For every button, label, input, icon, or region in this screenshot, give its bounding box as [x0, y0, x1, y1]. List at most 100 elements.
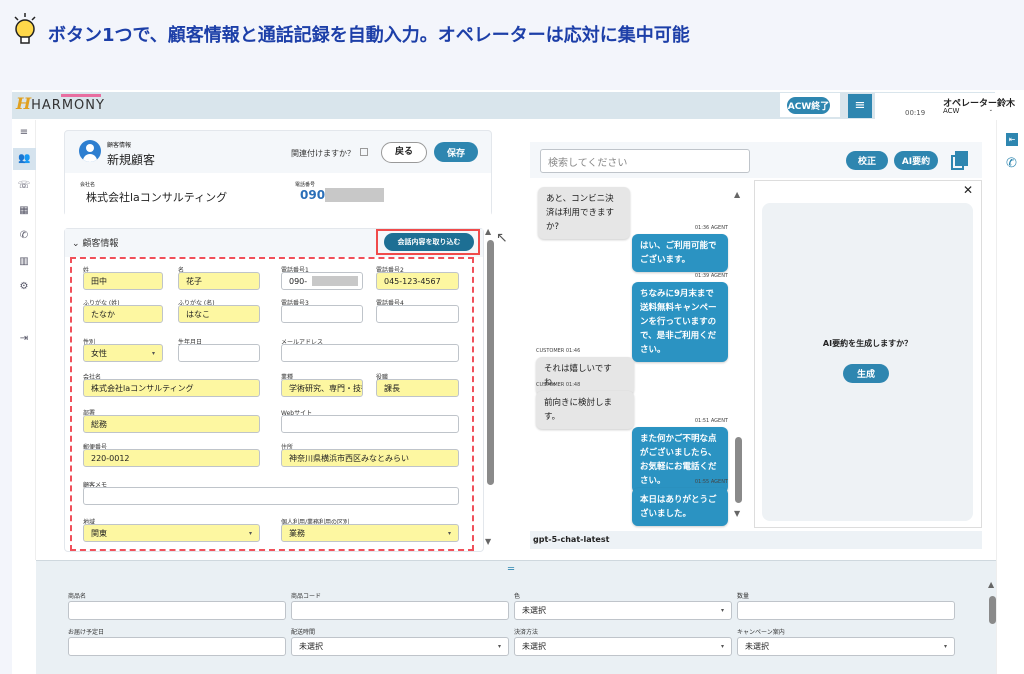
order-field-select[interactable]: 未選択 ▾: [514, 637, 732, 656]
call-history-icon[interactable]: ☏: [16, 180, 32, 191]
order-scroll-up-icon[interactable]: ▲: [988, 580, 994, 589]
chat-scroll-up-icon[interactable]: ▲: [734, 190, 740, 199]
field-input[interactable]: [376, 305, 459, 323]
field-input[interactable]: 神奈川県横浜市西区みなとみらい: [281, 449, 459, 467]
lightbulb-icon: [10, 12, 40, 46]
order-field-label: お届け予定日: [68, 629, 105, 636]
field-input[interactable]: 045-123-4567: [376, 272, 459, 290]
ai-question: AI要約を生成しますか？: [822, 339, 913, 348]
form-highlight: [70, 257, 474, 551]
field-input[interactable]: [178, 344, 260, 362]
back-button[interactable]: 戻る: [381, 142, 427, 163]
message-meta: 01:39 AGENT: [694, 273, 728, 279]
order-field-label: 商品名: [68, 593, 87, 600]
redacted-phone-1: [312, 276, 358, 286]
link-question-label: 関連付けますか？: [291, 149, 355, 158]
field-select[interactable]: 関東 ▾: [83, 524, 260, 542]
chevron-down-icon: ▾: [497, 643, 501, 650]
menu-list-button[interactable]: ≡: [848, 94, 872, 118]
link-checkbox[interactable]: [360, 148, 368, 156]
logo: HHARMONY: [16, 94, 105, 113]
chevron-down-icon: ▾: [720, 607, 724, 614]
chat-message-agent: 本日はありがとうございました。: [632, 488, 728, 526]
right-strip: [996, 120, 1024, 674]
card-subtitle: 顧客情報: [107, 142, 132, 149]
phone-label: 電話番号: [295, 182, 316, 188]
gear-icon[interactable]: ⚙: [16, 281, 32, 292]
resize-handle[interactable]: ═: [508, 564, 514, 575]
scroll-down-icon[interactable]: ▼: [485, 537, 491, 546]
order-field-input[interactable]: [68, 637, 286, 656]
panel-toggle-icon[interactable]: ⇤: [1006, 133, 1018, 146]
phone-icon[interactable]: ✆: [16, 230, 32, 241]
order-field-select[interactable]: 未選択 ▾: [291, 637, 509, 656]
field-input[interactable]: たなか: [83, 305, 163, 323]
field-input[interactable]: 学術研究、専門・技術: [281, 379, 363, 397]
proofread-button[interactable]: 校正: [846, 151, 888, 170]
status-select[interactable]: ACW ⌄: [943, 107, 993, 115]
chevron-down-icon: ▾: [720, 643, 724, 650]
save-button[interactable]: 保存: [434, 142, 478, 162]
message-meta: 01:55 AGENT: [694, 479, 728, 485]
copy-icon[interactable]: [951, 151, 969, 170]
order-field-label: 決済方法: [514, 629, 539, 636]
field-select[interactable]: 女性 ▾: [83, 344, 163, 362]
apps-icon[interactable]: ▦: [16, 205, 32, 216]
chat-message-customer: 前向きに検討します。: [536, 391, 634, 429]
chat-scrollbar[interactable]: [735, 437, 742, 503]
chevron-down-icon: ▾: [447, 529, 451, 537]
scroll-up-icon[interactable]: ▲: [485, 227, 491, 236]
import-conversation-button[interactable]: 会話内容を取り込む: [384, 233, 474, 251]
section-toggle[interactable]: ⌄ 顧客情報: [72, 236, 118, 249]
ai-summary-button[interactable]: AI要約: [894, 151, 938, 170]
call-timer: 00:19: [905, 109, 926, 117]
field-select[interactable]: 業務 ▾: [281, 524, 459, 542]
form-scrollbar[interactable]: [487, 240, 494, 485]
order-field-input[interactable]: [291, 601, 509, 620]
field-input[interactable]: 田中: [83, 272, 163, 290]
field-input[interactable]: [281, 344, 459, 362]
company-value: 株式会社laコンサルティング: [86, 191, 228, 204]
field-input[interactable]: 220-0012: [83, 449, 260, 467]
generate-button[interactable]: 生成: [843, 364, 889, 383]
redacted-phone: [325, 188, 384, 202]
caption-text: ボタン1つで、顧客情報と通話記録を自動入力。オペレーターは応対に集中可能: [48, 25, 690, 46]
field-input[interactable]: [281, 305, 363, 323]
order-field-label: 商品コード: [291, 593, 322, 600]
chat-message-customer: あと、コンビニ決済は利用できますか?: [538, 187, 630, 239]
menu-icon[interactable]: ≡: [16, 127, 32, 138]
field-input[interactable]: 総務: [83, 415, 260, 433]
field-input[interactable]: 花子: [178, 272, 260, 290]
order-field-label: キャンペーン案内: [737, 629, 785, 636]
field-input[interactable]: 課長: [376, 379, 459, 397]
page-title: 新規顧客: [107, 153, 156, 167]
cursor-icon: ↖: [496, 230, 508, 246]
chat-search-input[interactable]: 検索してください: [540, 149, 750, 173]
field-input[interactable]: [83, 487, 459, 505]
message-meta: CUSTOMER 01:48: [536, 382, 581, 388]
message-meta: 01:51 AGENT: [694, 418, 728, 424]
field-input[interactable]: はなこ: [178, 305, 260, 323]
chat-scroll-down-icon[interactable]: ▼: [734, 509, 740, 518]
order-scrollbar[interactable]: [989, 596, 996, 624]
user-avatar-icon: [79, 140, 101, 162]
acw-end-button[interactable]: ACW終了: [787, 97, 830, 114]
logout-icon[interactable]: ⇥: [16, 333, 32, 344]
chat-message-agent: はい、ご利用可能でございます。: [632, 234, 728, 272]
customers-icon[interactable]: 👥: [13, 148, 36, 170]
close-icon[interactable]: ✕: [963, 183, 973, 197]
company-label: 会社名: [80, 182, 96, 188]
field-input[interactable]: 株式会社laコンサルティング: [83, 379, 260, 397]
field-input[interactable]: [281, 415, 459, 433]
order-field-input[interactable]: [68, 601, 286, 620]
chevron-down-icon: ▾: [943, 643, 947, 650]
order-field-label: 配送時間: [291, 629, 316, 636]
chart-icon[interactable]: ▥: [16, 256, 32, 267]
order-field-select[interactable]: 未選択 ▾: [514, 601, 732, 620]
order-field-select[interactable]: 未選択 ▾: [737, 637, 955, 656]
chat-message-customer: それは嬉しいですね。: [536, 357, 634, 395]
message-meta: 01:36 AGENT: [694, 225, 728, 231]
order-field-input[interactable]: [737, 601, 955, 620]
phone-call-icon[interactable]: ✆: [1006, 156, 1017, 171]
chevron-down-icon: ▾: [151, 349, 155, 357]
